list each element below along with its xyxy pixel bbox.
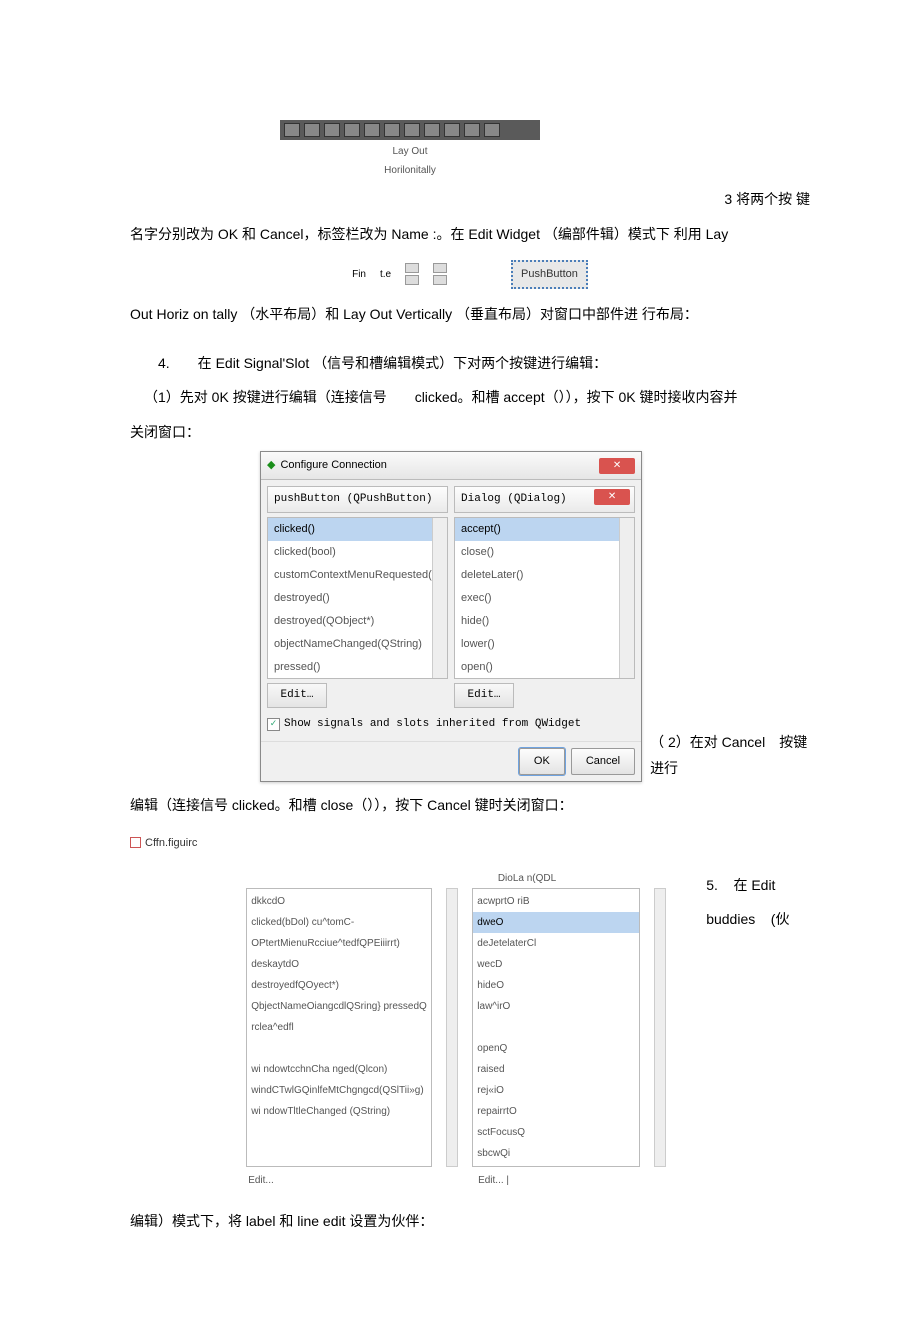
pushbutton-sample: PushButton <box>511 260 588 289</box>
text-step-5: 5. 在 Edit buddies (伙 <box>706 869 810 936</box>
list-item[interactable]: open() <box>455 656 634 679</box>
list-item[interactable]: sbcwQi <box>473 1143 638 1164</box>
toolbar-button <box>324 123 340 137</box>
pushbutton-figure: PushButton <box>511 259 588 289</box>
list-item[interactable] <box>473 1017 638 1038</box>
toolbar-button <box>464 123 480 137</box>
list-item[interactable]: rclea^edfl <box>247 1017 431 1038</box>
list-item[interactable]: objectNameChanged(QString) <box>268 633 447 656</box>
signals-header: pushButton (QPushButton) <box>267 486 448 513</box>
text-step-4: 4. 在 Edit Signal'Slot （信号和槽编辑模式）下对两个按键进行… <box>130 350 810 377</box>
ok-button[interactable]: OK <box>519 748 565 775</box>
toolbar <box>280 120 540 140</box>
list-item[interactable]: law^irO <box>473 996 638 1017</box>
toolbar-button <box>344 123 360 137</box>
list-item[interactable]: openQ <box>473 1038 638 1059</box>
text-edit-cancel: 编辑（连接信号 clicked。和槽 close（）），按下 Cancel 键时… <box>130 792 810 819</box>
text-line-layout: Out Horiz on tally （水平布局）和 Lay Out Verti… <box>130 301 810 328</box>
list-item[interactable]: windCTwlGQinlfeMtChgngcd(QSlTii»g) <box>247 1080 431 1101</box>
list-item[interactable]: rej«iO <box>473 1080 638 1101</box>
panel2-right-header: DioLa n(QDL <box>246 869 666 888</box>
list-item[interactable]: customContextMenuRequested(QPoint) <box>268 564 447 587</box>
toolbar-button <box>444 123 460 137</box>
list-item[interactable] <box>247 1038 431 1059</box>
list-item[interactable]: exec() <box>455 587 634 610</box>
panel2-slots-list[interactable]: acwprtO riBdweOdeJetelaterClwecDhideOlaw… <box>472 888 639 1167</box>
edit-button[interactable]: Edit… <box>267 683 327 708</box>
checkbox-label: Show signals and slots inherited from QW… <box>284 714 581 735</box>
list-item[interactable]: released() <box>268 678 447 679</box>
close-icon[interactable]: ✕ <box>599 458 635 474</box>
slots-list[interactable]: accept()close()deleteLater()exec()hide()… <box>454 517 635 679</box>
list-item[interactable]: acwprtO riB <box>473 891 638 912</box>
toolbar-button <box>484 123 500 137</box>
dialog-titlebar: ◆ Configure Connection ✕ <box>261 452 641 480</box>
toolbar-button <box>404 123 420 137</box>
list-item[interactable]: wecD <box>473 954 638 975</box>
cancel-button[interactable]: Cancel <box>571 748 635 775</box>
edit-label[interactable]: Edit... | <box>476 1167 666 1190</box>
list-item[interactable]: lower() <box>455 633 634 656</box>
toolbar-button <box>424 123 440 137</box>
scrollbar[interactable] <box>432 518 447 678</box>
text-buddies: 编辑）模式下，将 label 和 line edit 设置为伙伴： <box>130 1208 810 1235</box>
edit-label[interactable]: Edit... <box>246 1167 436 1190</box>
scrollbar[interactable] <box>654 888 666 1167</box>
list-item[interactable]: wi ndowTltleChanged (QString) <box>247 1101 431 1122</box>
list-item[interactable]: dkkcdO <box>247 891 431 912</box>
toolbar-button <box>304 123 320 137</box>
text-after-dialog: （ 2）在对 Cancel 按键进行 <box>650 729 810 784</box>
text-line-names: 名字分别改为 OK 和 Cancel，标签栏改为 Name :。在 Edit W… <box>130 221 810 248</box>
configure-connection-dialog: ◆ Configure Connection ✕ pushButton (QPu… <box>260 451 642 781</box>
list-item[interactable]: raise() <box>455 678 634 679</box>
list-item[interactable]: hideO <box>473 975 638 996</box>
inherit-checkbox-row[interactable]: ✓ Show signals and slots inherited from … <box>267 714 635 735</box>
slots-header: Dialog (QDialog) ✕ <box>454 486 635 513</box>
list-item[interactable]: destroyed(QObject*) <box>268 610 447 633</box>
qt-toolbar-figure: Lay Out Horilonitally <box>280 120 540 180</box>
list-item[interactable]: deJetelaterCl <box>473 933 638 954</box>
scrollbar[interactable] <box>619 518 634 678</box>
signals-list[interactable]: clicked()clicked(bool)customContextMenuR… <box>267 517 448 679</box>
close-icon[interactable]: ✕ <box>594 489 630 505</box>
list-item[interactable]: clicked() <box>268 518 447 541</box>
list-item[interactable]: sctFocusQ <box>473 1122 638 1143</box>
list-item[interactable]: close() <box>455 541 634 564</box>
list-item[interactable]: accept() <box>455 518 634 541</box>
list-item[interactable]: clicked(bool) <box>268 541 447 564</box>
panel2-signals-list[interactable]: dkkcdOclicked(bDol) cu^tomC-OPtertMienuR… <box>246 888 432 1167</box>
square-icon <box>130 837 141 848</box>
text-step-4-1b: 关闭窗口： <box>130 419 810 446</box>
list-item[interactable]: hide() <box>455 610 634 633</box>
dialog-icon: ◆ <box>267 455 275 476</box>
list-item[interactable]: destroyed() <box>268 587 447 610</box>
text-line-3: 3 将两个按 键 <box>130 186 810 213</box>
toolbar-button <box>284 123 300 137</box>
panel2-figure: DioLa n(QDL dkkcdOclicked(bDol) cu^tomC-… <box>246 869 666 1190</box>
text-step-4-1: （1）先对 0K 按键进行编辑（连接信号 clicked。和槽 accept（）… <box>130 384 810 411</box>
scrollbar[interactable] <box>446 888 458 1167</box>
list-item[interactable]: deleteLater() <box>455 564 634 587</box>
list-item[interactable]: raised <box>473 1059 638 1080</box>
list-item[interactable]: OPtertMienuRcciue^tedfQPEiiirrt) <box>247 933 431 954</box>
edit-button[interactable]: Edit… <box>454 683 514 708</box>
list-item[interactable]: wi ndowtcchnCha nged(Qlcon) <box>247 1059 431 1080</box>
checkbox-icon[interactable]: ✓ <box>267 718 280 731</box>
dialog-title: Configure Connection <box>280 455 386 476</box>
list-item[interactable]: destroyedfQOyect*) <box>247 975 431 996</box>
list-item[interactable]: QbjectNameOiangcdlQSring} pressedQ <box>247 996 431 1017</box>
cfn-label: Cffn.figuirc <box>130 833 810 854</box>
toolbar-button <box>384 123 400 137</box>
list-item[interactable]: deskaytdO <box>247 954 431 975</box>
list-item[interactable]: pressed() <box>268 656 447 679</box>
toolbar-caption: Lay Out Horilonitally <box>280 142 540 180</box>
list-item[interactable]: clicked(bDol) cu^tomC- <box>247 912 431 933</box>
list-item[interactable]: repairrtO <box>473 1101 638 1122</box>
list-item[interactable]: dweO <box>473 912 638 933</box>
toolbar-button <box>364 123 380 137</box>
label-spinbox-figure: Fin t.e <box>352 263 447 285</box>
